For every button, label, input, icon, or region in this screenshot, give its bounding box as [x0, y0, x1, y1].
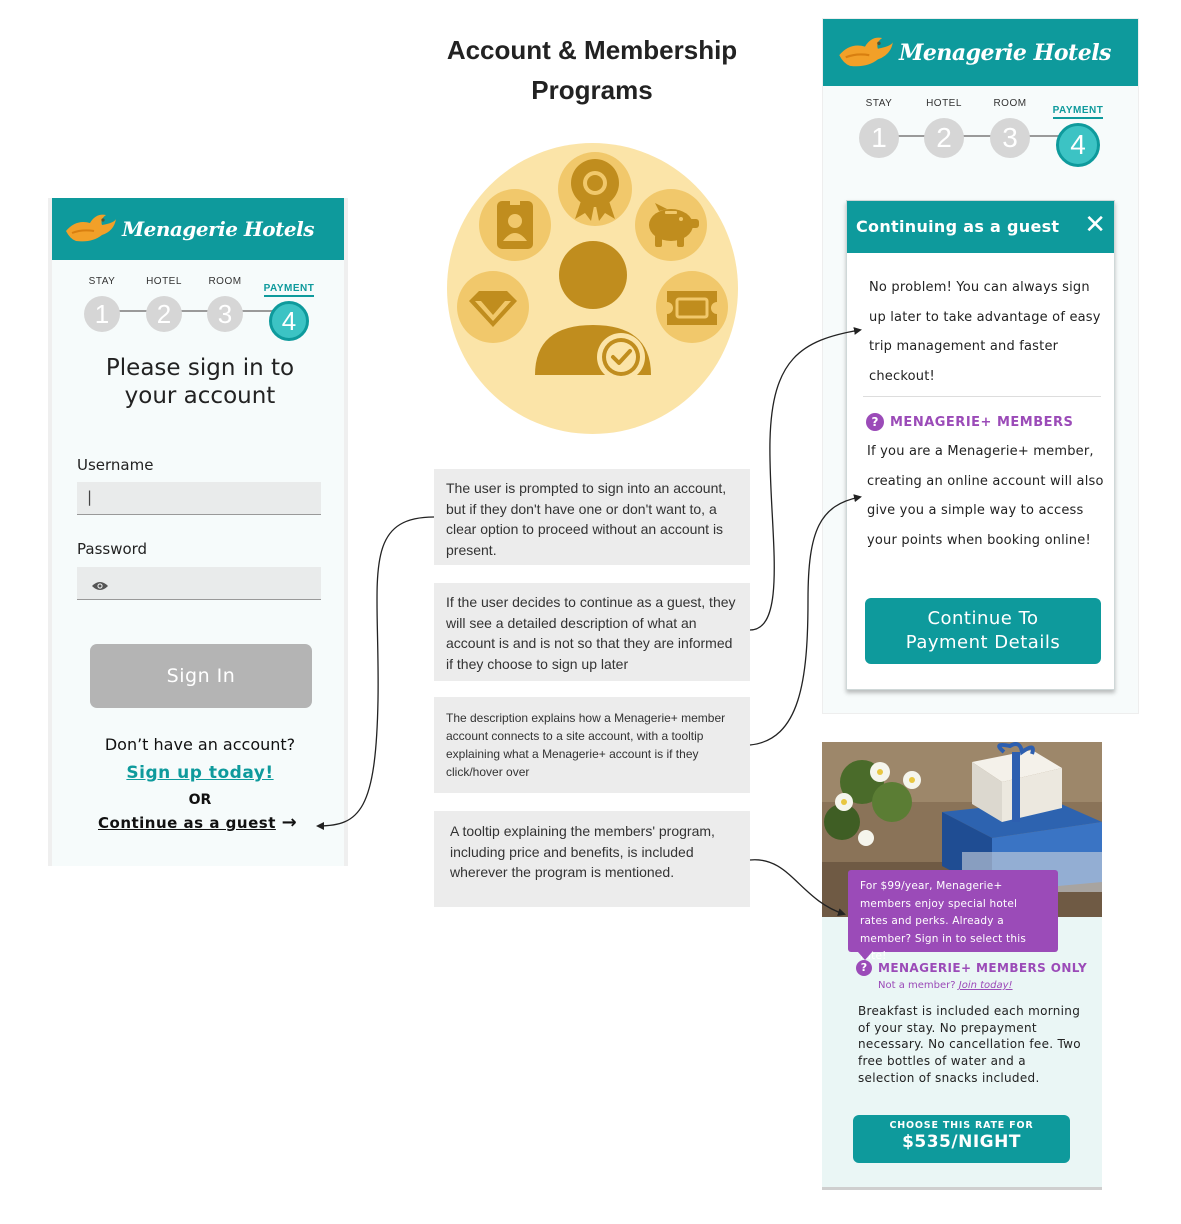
- step-label: STAY: [88, 276, 116, 287]
- step-number: 4: [1056, 123, 1100, 167]
- step-label: PAYMENT: [1052, 105, 1104, 119]
- ribbon-medal-icon: [571, 159, 619, 221]
- close-icon[interactable]: ✕: [1084, 209, 1106, 241]
- username-field[interactable]: |: [77, 482, 321, 515]
- not-member-line: Not a member? Join today!: [878, 980, 1013, 991]
- rate-card: For $99/year, Menagerie+ members enjoy s…: [822, 742, 1102, 1190]
- step-hotel: HOTEL 2: [921, 98, 967, 158]
- help-icon[interactable]: ?: [866, 413, 884, 431]
- signin-heading: Please sign in to your account: [105, 355, 295, 409]
- username-label: Username: [77, 456, 154, 474]
- step-number: 3: [207, 296, 243, 332]
- progress-steps: STAY 1 HOTEL 2 ROOM 3 PAYMENT 4: [52, 260, 344, 341]
- modal-title: Continuing as a guest: [856, 217, 1060, 236]
- step-label: ROOM: [208, 276, 242, 287]
- note-guest-description: If the user decides to continue as a gue…: [434, 583, 750, 681]
- step-label: HOTEL: [146, 276, 182, 287]
- password-label: Password: [77, 540, 148, 558]
- choose-rate-label: CHOOSE THIS RATE FOR: [889, 1120, 1034, 1131]
- note-member-account: The description explains how a Menagerie…: [434, 697, 750, 793]
- help-icon[interactable]: ?: [856, 960, 872, 976]
- step-label: STAY: [865, 98, 893, 109]
- eye-icon[interactable]: [91, 577, 109, 596]
- bird-logo-icon: [835, 31, 895, 75]
- step-label: PAYMENT: [263, 283, 315, 297]
- step-connector: [102, 310, 282, 312]
- or-divider: OR: [188, 792, 212, 808]
- brand-name: Menagerie Hotels: [122, 217, 314, 241]
- step-payment: PAYMENT 4: [258, 276, 320, 341]
- members-body-text: If you are a Menagerie+ member, creating…: [867, 444, 1104, 548]
- guest-link-label: Continue as a guest: [98, 814, 276, 832]
- header-bar: Menagerie Hotels: [823, 19, 1138, 86]
- rate-description: Breakfast is included each morning of yo…: [858, 1004, 1081, 1085]
- modal-body-text: No problem! You can always sign up later…: [869, 280, 1101, 384]
- signup-link[interactable]: Sign up today!: [52, 763, 348, 783]
- guest-link[interactable]: Continue as a guest →: [98, 812, 297, 833]
- ticket-icon: [667, 291, 717, 325]
- not-member-text: Not a member?: [878, 980, 956, 991]
- members-title: MENAGERIE+ MEMBERS: [890, 414, 1074, 430]
- step-number: 2: [146, 296, 182, 332]
- brand-name: Menagerie Hotels: [899, 39, 1111, 66]
- diamond-icon: [469, 291, 517, 327]
- step-label: ROOM: [993, 98, 1027, 109]
- no-account-text: Don’t have an account?: [104, 735, 296, 754]
- rate-price: $535/NIGHT: [902, 1132, 1021, 1152]
- membership-illustration: [447, 143, 738, 434]
- header-bar: Menagerie Hotels: [52, 198, 344, 260]
- username-value: |: [87, 488, 93, 506]
- modal-divider: [863, 396, 1101, 397]
- guest-modal: Continuing as a guest ✕ No problem! You …: [846, 200, 1115, 690]
- guest-screen: Menagerie Hotels STAY 1 HOTEL 2 ROOM 3 P…: [822, 18, 1139, 714]
- password-field[interactable]: [77, 567, 321, 600]
- signin-screen: Menagerie Hotels STAY 1 HOTEL 2 ROOM 3 P…: [48, 198, 348, 866]
- note-signin-prompt: The user is prompted to sign into an acc…: [434, 469, 750, 565]
- members-heading: ? MENAGERIE+ MEMBERS: [866, 413, 1073, 431]
- progress-steps: STAY 1 HOTEL 2 ROOM 3 PAYMENT 4: [823, 86, 1138, 186]
- user-check-icon: [535, 241, 651, 381]
- bird-logo-icon: [62, 209, 118, 249]
- tooltip-text: For $99/year, Menagerie+ members enjoy s…: [860, 880, 1026, 962]
- step-number: 2: [924, 118, 964, 158]
- step-number: 1: [84, 296, 120, 332]
- step-hotel: HOTEL 2: [142, 276, 186, 332]
- member-tooltip: For $99/year, Menagerie+ members enjoy s…: [848, 870, 1058, 962]
- members-only-title: MENAGERIE+ MEMBERS ONLY: [878, 961, 1088, 975]
- step-room: ROOM 3: [203, 276, 247, 332]
- step-payment: PAYMENT 4: [1047, 98, 1109, 167]
- signin-button[interactable]: Sign In: [90, 644, 312, 708]
- modal-header: Continuing as a guest ✕: [847, 201, 1114, 253]
- choose-rate-button[interactable]: CHOOSE THIS RATE FOR $535/NIGHT: [853, 1115, 1070, 1163]
- members-only-heading: ? MENAGERIE+ MEMBERS ONLY: [856, 960, 1087, 976]
- step-room: ROOM 3: [987, 98, 1033, 158]
- continue-payment-button[interactable]: Continue To Payment Details: [865, 598, 1101, 664]
- join-link[interactable]: Join today!: [959, 980, 1013, 991]
- step-number: 1: [859, 118, 899, 158]
- tooltip-pointer: [858, 952, 872, 960]
- step-number: 4: [269, 301, 309, 341]
- arrow-right-icon: →: [281, 812, 298, 833]
- note-tooltip: A tooltip explaining the members' progra…: [434, 811, 750, 907]
- step-number: 3: [990, 118, 1030, 158]
- step-stay: STAY 1: [857, 98, 901, 158]
- step-label: HOTEL: [926, 98, 962, 109]
- step-stay: STAY 1: [80, 276, 124, 332]
- page-title: Account & Membership Programs: [446, 35, 738, 105]
